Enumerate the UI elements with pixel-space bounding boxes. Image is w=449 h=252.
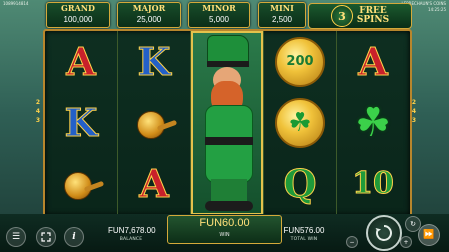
balance-value: FUN7,678.00 [108,226,156,235]
turbo-button[interactable]: ⏩ [418,224,440,246]
leprechaun-wild-symbol-icon [191,31,263,215]
symbol-k: K [137,39,171,85]
symbol-q: Q [283,161,317,207]
fullscreen-icon [41,232,51,242]
spin-button[interactable] [366,215,402,251]
reel-3 [191,31,264,215]
symbol-a: A [66,39,97,85]
jackpot-grand-label: GRAND [61,3,95,13]
jackpot-major: MAJOR 25,000 [117,2,181,28]
payline-number: 3 [35,117,41,124]
jackpot-minor-label: MINOR [202,3,236,13]
jackpot-mini-label: MINI [270,3,294,13]
payline-number: 2 [35,99,41,106]
plus-icon: + [403,238,409,246]
reel-5-row-1: A [337,31,409,92]
clover-symbol-icon: ☘ [355,99,391,146]
jackpot-major-label: MAJOR [132,3,166,13]
jackpot-major-value: 25,000 [136,15,162,24]
spin-icon [375,225,392,241]
free-spins-count: 3 [330,5,353,27]
jackpot-minor: MINOR 5,000 [188,2,250,28]
total-win-value: FUN576.00 [283,226,325,235]
reel-4: 200 ☘ Q [264,31,337,215]
reel-1-row-1: A [45,31,117,92]
info-icon: i [72,232,76,242]
reel-5: A ☘ 10 [337,31,409,215]
payline-number: 4 [35,108,41,115]
free-spins-label: FREE SPINS [357,7,389,25]
clock: 14:25:25 [428,7,446,12]
pipe-symbol-icon [131,103,178,143]
menu-icon: ☰ [11,232,21,242]
jackpot-grand-value: 100,000 [63,15,93,24]
symbol-a: A [358,39,389,85]
jackpot-minor-value: 5,000 [208,15,230,24]
win-value: FUN60.00 [199,217,250,229]
balance-display: FUN7,678.00 BALANCE [108,226,156,244]
symbol-k: K [64,100,98,146]
paylines-left: 2 4 3 [34,98,42,125]
reel-2-row-1: K [118,31,190,92]
minus-icon: − [349,238,355,246]
coin-200-symbol: 200 [275,36,325,87]
reel-2-row-3: A [118,153,190,214]
balance-label: BALANCE [119,237,143,242]
pipe-symbol-icon [58,164,105,204]
autoplay-icon: ↻ [410,220,416,228]
total-win-display: FUN576.00 TOTAL WIN [283,226,325,244]
reel-4-row-3: Q [264,153,336,214]
clover-coin-symbol-icon: ☘ [275,97,325,148]
symbol-10: 10 [352,166,395,202]
bet-increase-button[interactable]: + [400,236,412,248]
game-id: 1089914814 [3,1,29,6]
bet-decrease-button[interactable]: − [346,236,358,248]
win-panel: FUN60.00 WIN [167,215,282,244]
jackpot-mini-value: 2,500 [271,15,293,24]
free-spins-banner: 3 FREE SPINS [308,3,412,29]
total-win-label: TOTAL WIN [290,237,318,242]
symbol-a: A [139,161,170,207]
reel-1: A K [45,31,118,215]
jackpot-grand: GRAND 100,000 [46,2,110,28]
reel-2-row-2 [118,92,190,153]
reels-frame: A K K A 200 ☘ Q A ☘ 10 [43,29,412,217]
free-spins-label-line2: SPINS [356,15,390,25]
reel-5-row-2: ☘ [337,92,409,153]
reel-5-row-3: 10 [337,153,409,214]
reel-1-row-3 [45,153,117,214]
reel-1-row-2: K [45,92,117,153]
reel-4-row-1: 200 [264,31,336,92]
fullscreen-button[interactable] [36,227,56,247]
menu-button[interactable]: ☰ [6,227,26,247]
jackpot-mini: MINI 2,500 [258,2,306,28]
reel-2: K A [118,31,191,215]
win-label: WIN [219,232,230,238]
info-button[interactable]: i [64,227,84,247]
fast-forward-icon: ⏩ [423,230,435,240]
reel-4-row-2: ☘ [264,92,336,153]
